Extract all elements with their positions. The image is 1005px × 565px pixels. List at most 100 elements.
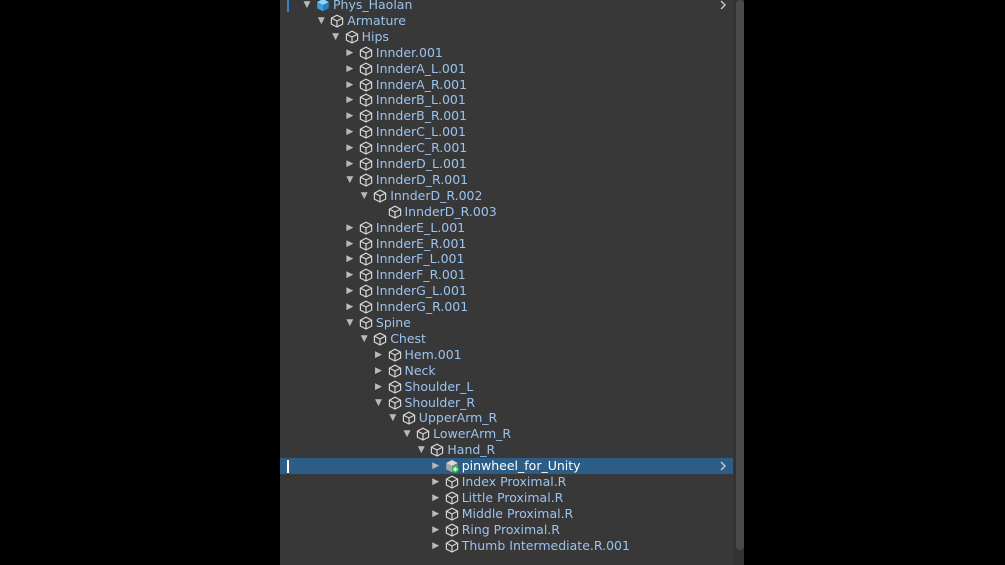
hierarchy-panel: ▼ Phys_Haolan ▼ Armature ▼ Hips ▶ Innder.001 ▶ In… bbox=[280, 0, 744, 565]
hierarchy-item-label: InnderF_L.001 bbox=[375, 251, 465, 267]
hierarchy-item[interactable]: ▶ Hem.001 bbox=[280, 347, 733, 363]
collapsed-arrow-icon[interactable]: ▶ bbox=[345, 267, 355, 283]
hierarchy-item[interactable]: ▼ Chest bbox=[280, 331, 733, 347]
hierarchy-item-label: InnderD_L.001 bbox=[375, 156, 467, 171]
hierarchy-item[interactable]: ▶ InnderB_R.001 bbox=[280, 108, 733, 124]
expanded-arrow-icon[interactable]: ▼ bbox=[359, 331, 369, 347]
gameobject-cube-icon bbox=[359, 173, 376, 187]
collapsed-arrow-icon[interactable]: ▶ bbox=[374, 379, 384, 395]
hierarchy-item[interactable]: ▶ InnderA_R.001 bbox=[280, 77, 733, 93]
hierarchy-item[interactable]: ▶ InnderG_L.001 bbox=[280, 283, 733, 299]
scrollbar-thumb[interactable] bbox=[736, 0, 744, 550]
gameobject-cube-icon bbox=[373, 332, 390, 346]
collapsed-arrow-icon[interactable]: ▶ bbox=[431, 458, 441, 474]
collapsed-arrow-icon[interactable]: ▶ bbox=[345, 45, 355, 61]
collapsed-arrow-icon[interactable]: ▶ bbox=[345, 236, 355, 252]
expanded-arrow-icon[interactable]: ▼ bbox=[316, 13, 326, 29]
collapsed-arrow-icon[interactable]: ▶ bbox=[345, 251, 355, 267]
collapsed-arrow-icon[interactable]: ▶ bbox=[345, 108, 355, 124]
gameobject-cube-icon bbox=[359, 93, 376, 107]
hierarchy-item[interactable]: ▼ Armature bbox=[280, 13, 733, 29]
collapsed-arrow-icon[interactable]: ▶ bbox=[345, 92, 355, 108]
collapsed-arrow-icon[interactable]: ▶ bbox=[345, 283, 355, 299]
hierarchy-item[interactable]: ▶ InnderG_R.001 bbox=[280, 299, 733, 315]
hierarchy-item-label: Armature bbox=[347, 12, 406, 28]
chevron-right-icon[interactable] bbox=[717, 458, 729, 474]
hierarchy-item[interactable]: ▼ InnderD_R.001 bbox=[280, 172, 733, 188]
collapsed-arrow-icon[interactable]: ▶ bbox=[345, 124, 355, 140]
expanded-arrow-icon[interactable]: ▼ bbox=[345, 315, 355, 331]
hierarchy-item[interactable]: ▶ InnderB_L.001 bbox=[280, 92, 733, 108]
hierarchy-item-label: Shoulder_R bbox=[404, 394, 476, 410]
expanded-arrow-icon[interactable]: ▼ bbox=[374, 395, 384, 411]
arrow-placeholder bbox=[374, 204, 384, 220]
hierarchy-item[interactable]: ▼ Hips bbox=[280, 29, 733, 45]
hierarchy-item-label: Hem.001 bbox=[404, 346, 462, 362]
hierarchy-item[interactable]: ▼ Spine bbox=[280, 315, 733, 331]
hierarchy-item-label: Little Proximal.R bbox=[461, 489, 564, 505]
gameobject-cube-icon bbox=[359, 141, 376, 155]
collapsed-arrow-icon[interactable]: ▶ bbox=[431, 522, 441, 538]
expanded-arrow-icon[interactable]: ▼ bbox=[331, 29, 341, 45]
collapsed-arrow-icon[interactable]: ▶ bbox=[345, 299, 355, 315]
expanded-arrow-icon[interactable]: ▼ bbox=[302, 0, 312, 13]
hierarchy-item[interactable]: ▶ InnderE_R.001 bbox=[280, 236, 733, 252]
hierarchy-item[interactable]: ▶ Index Proximal.R bbox=[280, 474, 733, 490]
gameobject-cube-icon bbox=[359, 221, 376, 235]
expanded-arrow-icon[interactable]: ▼ bbox=[345, 172, 355, 188]
hierarchy-item[interactable]: ▼ UpperArm_R bbox=[280, 410, 733, 426]
collapsed-arrow-icon[interactable]: ▶ bbox=[345, 140, 355, 156]
hierarchy-item[interactable]: ▶ Thumb Intermediate.R.001 bbox=[280, 538, 733, 554]
collapsed-arrow-icon[interactable]: ▶ bbox=[374, 363, 384, 379]
collapsed-arrow-icon[interactable]: ▶ bbox=[345, 156, 355, 172]
hierarchy-item[interactable]: ▼ Shoulder_R bbox=[280, 395, 733, 411]
hierarchy-item[interactable]: ▶ Middle Proximal.R bbox=[280, 506, 733, 522]
hierarchy-item[interactable]: ▼ Phys_Haolan bbox=[280, 0, 733, 13]
hierarchy-item[interactable]: ▶ Innder.001 bbox=[280, 45, 733, 61]
hierarchy-item[interactable]: ▶ Ring Proximal.R bbox=[280, 522, 733, 538]
hierarchy-item-label: Ring Proximal.R bbox=[461, 521, 560, 537]
expanded-arrow-icon[interactable]: ▼ bbox=[402, 426, 412, 442]
gameobject-cube-icon bbox=[359, 284, 376, 298]
expanded-arrow-icon[interactable]: ▼ bbox=[388, 410, 398, 426]
gameobject-cube-icon bbox=[445, 523, 462, 537]
gameobject-cube-icon bbox=[402, 411, 419, 425]
hierarchy-item[interactable]: ▶ InnderA_L.001 bbox=[280, 61, 733, 77]
collapsed-arrow-icon[interactable]: ▶ bbox=[431, 490, 441, 506]
hierarchy-item[interactable]: ▶ Neck bbox=[280, 363, 733, 379]
collapsed-arrow-icon[interactable]: ▶ bbox=[374, 347, 384, 363]
hierarchy-item[interactable]: ▶ InnderF_R.001 bbox=[280, 267, 733, 283]
gameobject-cube-icon bbox=[359, 62, 376, 76]
chevron-right-icon[interactable] bbox=[717, 0, 729, 13]
expanded-arrow-icon[interactable]: ▼ bbox=[359, 188, 369, 204]
collapsed-arrow-icon[interactable]: ▶ bbox=[345, 220, 355, 236]
hierarchy-item[interactable]: ▶ InnderE_L.001 bbox=[280, 220, 733, 236]
collapsed-arrow-icon[interactable]: ▶ bbox=[431, 506, 441, 522]
hierarchy-item[interactable]: ▶ InnderD_L.001 bbox=[280, 156, 733, 172]
hierarchy-item[interactable]: ▼ Hand_R bbox=[280, 442, 733, 458]
scrollbar-track[interactable] bbox=[733, 0, 744, 565]
hierarchy-item[interactable]: ▼ LowerArm_R bbox=[280, 426, 733, 442]
hierarchy-item[interactable]: ▼ InnderD_R.002 bbox=[280, 188, 733, 204]
hierarchy-item[interactable]: ▶ pinwheel_for_Unity bbox=[280, 458, 733, 475]
gameobject-cube-icon bbox=[373, 189, 390, 203]
hierarchy-item[interactable]: ▶ InnderC_L.001 bbox=[280, 124, 733, 140]
expanded-arrow-icon[interactable]: ▼ bbox=[416, 442, 426, 458]
gameobject-cube-icon bbox=[445, 539, 462, 553]
hierarchy-item[interactable]: ▶ InnderF_L.001 bbox=[280, 251, 733, 267]
collapsed-arrow-icon[interactable]: ▶ bbox=[431, 538, 441, 554]
hierarchy-item[interactable]: ▶ Little Proximal.R bbox=[280, 490, 733, 506]
hierarchy-item-label: InnderF_R.001 bbox=[375, 267, 466, 283]
hierarchy-item-label: Thumb Intermediate.R.001 bbox=[461, 537, 630, 553]
gameobject-cube-icon bbox=[430, 443, 447, 457]
hierarchy-item[interactable]: InnderD_R.003 bbox=[280, 204, 733, 220]
scene-marker bbox=[287, 0, 289, 12]
collapsed-arrow-icon[interactable]: ▶ bbox=[345, 77, 355, 93]
hierarchy-item[interactable]: ▶ Shoulder_L bbox=[280, 379, 733, 395]
collapsed-arrow-icon[interactable]: ▶ bbox=[345, 61, 355, 77]
collapsed-arrow-icon[interactable]: ▶ bbox=[431, 474, 441, 490]
hierarchy-item-label: InnderA_R.001 bbox=[375, 76, 468, 92]
gameobject-cube-icon bbox=[445, 475, 462, 489]
gameobject-cube-icon bbox=[388, 348, 405, 362]
hierarchy-item[interactable]: ▶ InnderC_R.001 bbox=[280, 140, 733, 156]
